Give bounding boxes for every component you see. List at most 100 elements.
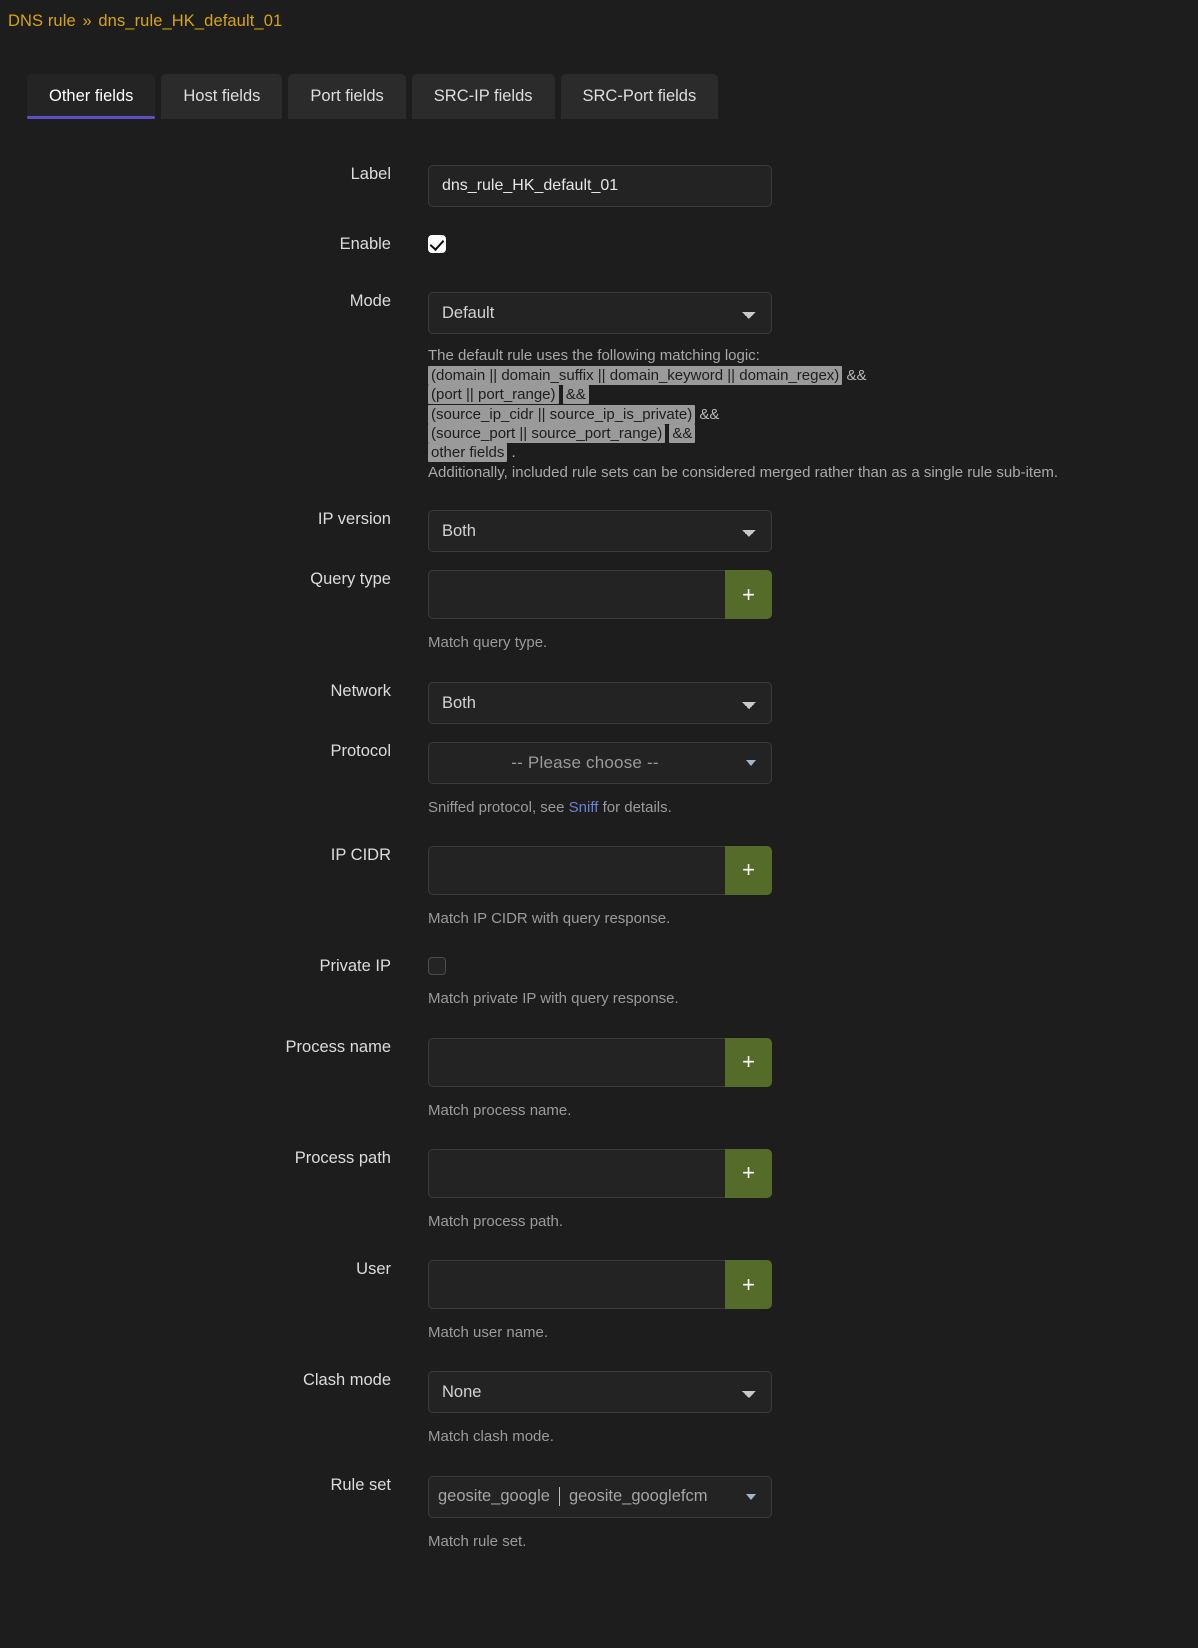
- clash-mode-select[interactable]: None: [428, 1371, 772, 1414]
- rule-set-hint: Match rule set.: [428, 1532, 527, 1550]
- enable-checkbox[interactable]: [428, 234, 446, 253]
- mode-description: The default rule uses the following matc…: [428, 346, 1108, 482]
- tab-other-fields[interactable]: Other fields: [27, 74, 156, 119]
- mode-logic-line-2: (port || port_range) &&: [428, 385, 1108, 405]
- mode-logic-op-3: &&: [699, 405, 720, 423]
- protocol-field-label: Protocol: [330, 741, 391, 760]
- query-type-input[interactable]: [428, 570, 725, 620]
- chevron-down-icon: [746, 1493, 756, 1500]
- tab-src-ip-fields[interactable]: SRC-IP fields: [411, 74, 555, 119]
- process-name-hint: Match process name.: [428, 1101, 572, 1119]
- rule-set-chip-2: geosite_googlefcm: [558, 1487, 717, 1506]
- mode-description-intro: The default rule uses the following matc…: [428, 347, 760, 365]
- user-input[interactable]: [428, 1260, 725, 1309]
- query-type-field-label: Query type: [310, 570, 391, 589]
- form-row-user: User + Match user name.: [0, 1260, 1198, 1343]
- private-ip-checkbox[interactable]: [428, 957, 446, 976]
- protocol-placeholder: -- Please choose --: [511, 752, 659, 772]
- query-type-hint: Match query type.: [428, 634, 548, 652]
- rule-set-field-label: Rule set: [330, 1475, 391, 1494]
- mode-logic-code-3: (source_ip_cidr || source_ip_is_private): [428, 404, 696, 424]
- form-row-clash-mode: Clash mode None Match clash mode.: [0, 1371, 1198, 1447]
- protocol-hint-after: for details.: [598, 798, 672, 816]
- mode-logic-op-1: &&: [846, 366, 867, 384]
- breadcrumb-separator: »: [82, 12, 92, 30]
- form-row-process-name: Process name + Match process name.: [0, 1037, 1198, 1121]
- form-row-protocol: Protocol -- Please choose -- Sniffed pro…: [0, 741, 1198, 818]
- process-name-input-group: +: [428, 1037, 772, 1087]
- private-ip-field-label: Private IP: [319, 957, 391, 976]
- form-row-network: Network Both: [0, 681, 1198, 724]
- tab-other-fields-label: Other fields: [49, 87, 134, 105]
- tab-port-fields[interactable]: Port fields: [288, 74, 406, 119]
- breadcrumb: DNS rule » dns_rule_HK_default_01: [0, 0, 1198, 44]
- rule-set-chip-1: geosite_google: [438, 1487, 550, 1505]
- breadcrumb-current: dns_rule_HK_default_01: [98, 12, 283, 30]
- mode-logic-line-5: other fields .: [428, 443, 1108, 463]
- tab-host-fields[interactable]: Host fields: [161, 74, 283, 119]
- process-path-field-label: Process path: [294, 1148, 391, 1167]
- mode-logic-code-2: (port || port_range): [428, 385, 559, 405]
- mode-logic-op-5: .: [511, 444, 516, 462]
- ip-cidr-hint: Match IP CIDR with query response.: [428, 909, 671, 927]
- protocol-hint: Sniffed protocol, see Sniff for details.: [428, 798, 1178, 818]
- tab-host-fields-label: Host fields: [183, 87, 261, 105]
- process-path-input[interactable]: [428, 1148, 725, 1198]
- network-field-label: Network: [330, 681, 391, 700]
- tab-src-port-fields[interactable]: SRC-Port fields: [560, 74, 719, 119]
- form-row-ip-cidr: IP CIDR + Match IP CIDR with query respo…: [0, 845, 1198, 929]
- mode-logic-code-4: (source_port || source_port_range): [428, 424, 666, 444]
- user-field-label: User: [356, 1260, 391, 1278]
- mode-logic-op-2: &&: [562, 385, 589, 405]
- user-input-group: +: [428, 1260, 772, 1309]
- ip-cidr-input[interactable]: [428, 845, 725, 895]
- chevron-down-icon: [746, 759, 756, 766]
- mode-description-tail: Additionally, included rule sets can be …: [428, 463, 1059, 481]
- ip-version-select[interactable]: Both: [428, 510, 772, 553]
- process-name-field-label: Process name: [285, 1037, 391, 1056]
- process-name-add-button[interactable]: +: [725, 1037, 772, 1087]
- process-name-input[interactable]: [428, 1037, 725, 1087]
- query-type-add-button[interactable]: +: [725, 570, 772, 620]
- mode-logic-line-3: (source_ip_cidr || source_ip_is_private)…: [428, 404, 1108, 424]
- user-add-button[interactable]: +: [725, 1260, 772, 1309]
- other-fields-form: Label Enable Mode Default The default ru…: [0, 119, 1198, 1580]
- mode-logic-line-4: (source_port || source_port_range) &&: [428, 424, 1108, 444]
- tab-src-ip-fields-label: SRC-IP fields: [433, 87, 533, 105]
- enable-field-label: Enable: [339, 234, 391, 253]
- mode-select[interactable]: Default: [428, 292, 772, 335]
- mode-logic-line-1: (domain || domain_suffix || domain_keywo…: [428, 365, 1108, 385]
- mode-logic-code-1: (domain || domain_suffix || domain_keywo…: [428, 365, 843, 385]
- form-row-enable: Enable: [0, 234, 1198, 255]
- query-type-input-group: +: [428, 570, 772, 620]
- process-path-hint: Match process path.: [428, 1212, 564, 1230]
- form-row-process-path: Process path + Match process path.: [0, 1148, 1198, 1232]
- mode-field-label: Mode: [349, 292, 391, 311]
- form-row-mode: Mode Default The default rule uses the f…: [0, 292, 1198, 482]
- tab-port-fields-label: Port fields: [310, 87, 384, 105]
- form-row-label: Label: [0, 164, 1198, 207]
- tab-src-port-fields-label: SRC-Port fields: [582, 87, 697, 105]
- form-row-rule-set: Rule set geosite_google geosite_googlefc…: [0, 1475, 1198, 1552]
- label-field-label: Label: [350, 164, 391, 183]
- ip-version-field-label: IP version: [317, 510, 391, 529]
- mode-logic-op-4: &&: [669, 424, 696, 444]
- ip-cidr-input-group: +: [428, 845, 772, 895]
- private-ip-hint: Match private IP with query response.: [428, 990, 679, 1008]
- network-select[interactable]: Both: [428, 681, 772, 724]
- clash-mode-field-label: Clash mode: [302, 1371, 391, 1390]
- process-path-add-button[interactable]: +: [725, 1148, 772, 1198]
- user-hint: Match user name.: [428, 1324, 549, 1341]
- form-row-ip-version: IP version Both: [0, 510, 1198, 553]
- form-row-private-ip: Private IP Match private IP with query r…: [0, 957, 1198, 1009]
- form-row-query-type: Query type + Match query type.: [0, 570, 1198, 653]
- ip-cidr-add-button[interactable]: +: [725, 845, 772, 895]
- tab-bar: Other fields Host fields Port fields SRC…: [0, 74, 1198, 119]
- clash-mode-hint: Match clash mode.: [428, 1428, 554, 1446]
- sniff-link[interactable]: Sniff: [569, 799, 599, 816]
- label-input[interactable]: [428, 164, 772, 207]
- process-path-input-group: +: [428, 1148, 772, 1198]
- breadcrumb-root[interactable]: DNS rule: [8, 12, 76, 30]
- rule-set-dropdown[interactable]: geosite_google geosite_googlefcm: [428, 1475, 772, 1518]
- protocol-dropdown[interactable]: -- Please choose --: [428, 741, 772, 784]
